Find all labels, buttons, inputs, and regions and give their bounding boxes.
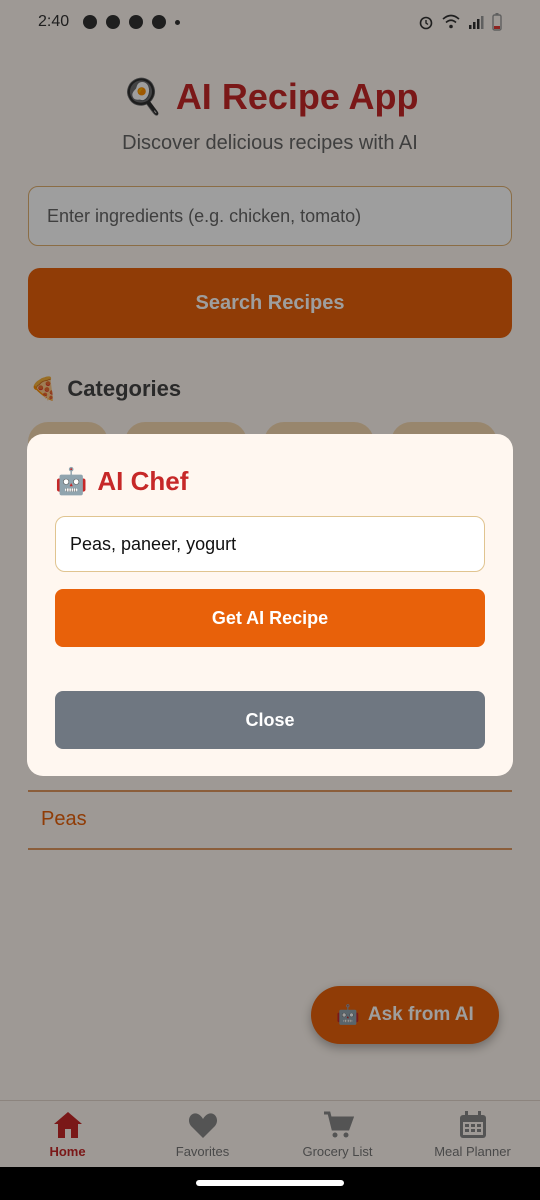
get-ai-recipe-button[interactable]: Get AI Recipe	[55, 589, 485, 647]
robot-icon: 🤖	[55, 466, 88, 496]
ai-ingredients-input[interactable]: Peas, paneer, yogurt	[55, 516, 485, 572]
dialog-title: 🤖 AI Chef	[55, 466, 188, 497]
dialog-title-text: AI Chef	[97, 466, 189, 496]
ai-chef-dialog: 🤖 AI Chef Peas, paneer, yogurt Get AI Re…	[27, 434, 513, 776]
system-gesture-bar	[0, 1167, 540, 1200]
home-gesture-handle[interactable]	[196, 1180, 344, 1186]
close-button[interactable]: Close	[55, 691, 485, 749]
